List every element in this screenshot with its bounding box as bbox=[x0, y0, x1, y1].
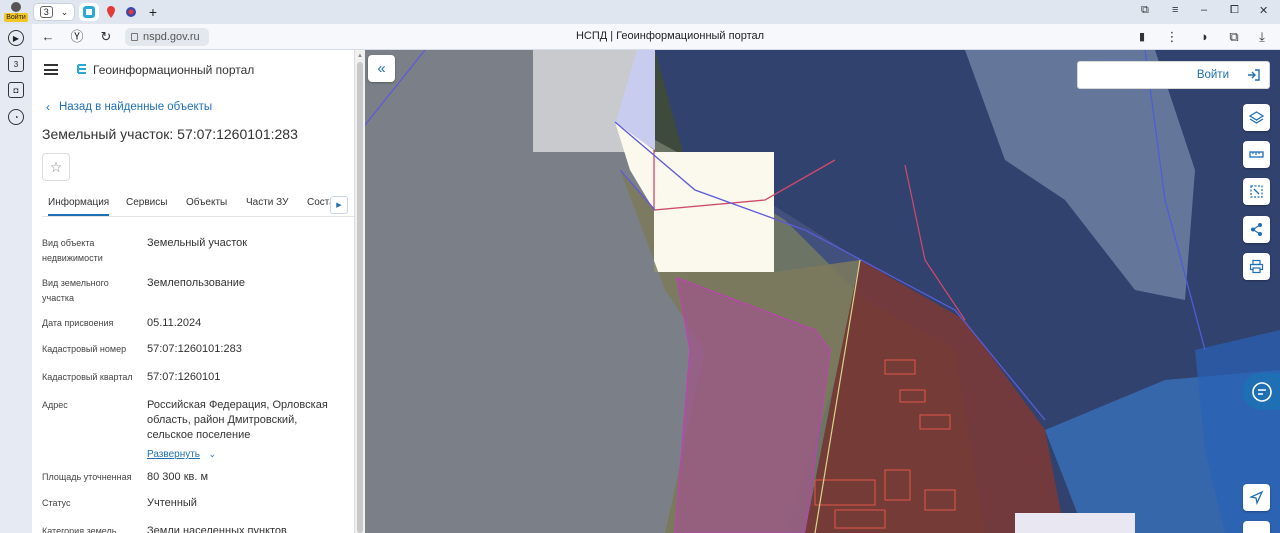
browser-sidebar: ▶ 3 ◘ ◔ bbox=[0, 24, 32, 533]
map-canvas[interactable] bbox=[365, 50, 1280, 533]
play-icon[interactable]: ▶ bbox=[8, 30, 24, 46]
share-icon bbox=[1251, 223, 1262, 236]
tabs-scroll-right-button[interactable]: ▶ bbox=[330, 196, 348, 214]
select-area-icon bbox=[1250, 185, 1263, 198]
close-icon[interactable]: ✕ bbox=[1259, 4, 1268, 17]
restore-icon[interactable]: ⧠ bbox=[1230, 4, 1239, 17]
star-icon: ☆ bbox=[49, 158, 63, 175]
flag-icon bbox=[126, 7, 136, 17]
plus-icon: + bbox=[148, 4, 158, 20]
ruler-icon bbox=[1249, 151, 1264, 158]
print-button[interactable] bbox=[1243, 253, 1270, 280]
chevron-down-icon: ⌄ bbox=[208, 449, 217, 459]
menu-icon[interactable]: ≡ bbox=[1172, 4, 1178, 16]
favorite-button[interactable]: ☆ bbox=[42, 153, 70, 181]
field-value: 05.11.2024 bbox=[147, 317, 202, 329]
login-icon bbox=[1248, 69, 1260, 81]
browser-tab-strip: Войти 3 ⌄ + ⧉ ≡ – ⧠ ✕ bbox=[0, 0, 1280, 24]
menu-icon[interactable] bbox=[44, 64, 58, 75]
minimize-icon[interactable]: – bbox=[1201, 4, 1207, 16]
new-tab-button[interactable]: + bbox=[146, 3, 160, 21]
chevrons-left-icon: « bbox=[377, 60, 386, 77]
object-title: Земельный участок: 57:07:1260101:283 bbox=[42, 126, 298, 142]
login-label: Войти bbox=[1196, 69, 1229, 81]
expand-address-link[interactable]: Развернуть ⌄ bbox=[147, 444, 216, 462]
tab-count-badge: 3 bbox=[39, 6, 53, 18]
bookmark-icon[interactable]: ▮ bbox=[1134, 29, 1150, 45]
sidebar-counter[interactable]: 3 bbox=[8, 56, 24, 72]
address-bar: ← Ⓨ ↻ nspd.gov.ru НСПД | Геоинформационн… bbox=[32, 24, 1280, 50]
portal-logo-icon bbox=[77, 64, 86, 74]
app-title: Геоинформационный портал bbox=[93, 63, 255, 77]
field-label: Вид земельного участка bbox=[42, 278, 109, 303]
assistant-button[interactable] bbox=[1243, 373, 1280, 410]
field-label: Дата присвоения bbox=[42, 318, 114, 328]
my-location-button[interactable] bbox=[1243, 484, 1270, 511]
object-info-panel: Геоинформационный портал ‹ Назад в найде… bbox=[32, 50, 354, 533]
field-label: Кадастровый номер bbox=[42, 344, 127, 354]
avatar bbox=[11, 2, 21, 12]
field-label: Вид объекта недвижимости bbox=[42, 238, 103, 263]
expand-label: Развернуть bbox=[147, 449, 201, 460]
page-title: НСПД | Геоинформационный портал bbox=[575, 30, 765, 42]
tab-objects[interactable]: Объекты bbox=[186, 197, 227, 208]
field-value: Земли населенных пунктов bbox=[147, 525, 287, 533]
field-value: 80 300 кв. м bbox=[147, 471, 209, 483]
map-layers bbox=[365, 50, 1280, 533]
back-to-results-link[interactable]: ‹ Назад в найденные объекты bbox=[46, 100, 212, 114]
measure-button[interactable] bbox=[1243, 141, 1270, 168]
printer-icon bbox=[1249, 259, 1264, 274]
field-value: 57:07:1260101 bbox=[147, 371, 221, 383]
share-button[interactable] bbox=[1243, 216, 1270, 243]
tab-group-counter[interactable]: 3 ⌄ bbox=[33, 3, 75, 21]
profile-label: Войти bbox=[4, 13, 28, 22]
bookmarks-icon[interactable]: ⧉ bbox=[1141, 4, 1149, 17]
field-value: Землепользование bbox=[147, 277, 246, 289]
chevron-left-icon: ‹ bbox=[46, 100, 50, 114]
field-value: 57:07:1260101:283 bbox=[147, 343, 242, 355]
history-icon[interactable]: ◔ bbox=[8, 109, 24, 125]
field-label: Адрес bbox=[42, 400, 68, 410]
field-value: Российская Федерация, Орловская область,… bbox=[147, 399, 328, 441]
field-label: Статус bbox=[42, 498, 71, 508]
download-icon[interactable]: ⤓ bbox=[1254, 29, 1270, 45]
scrollbar-thumb[interactable] bbox=[357, 62, 363, 533]
field-label: Площадь уточненная bbox=[42, 472, 132, 482]
nspd-favicon-icon bbox=[83, 6, 95, 18]
field-value: Учтенный bbox=[147, 497, 197, 509]
object-tabs: Информация Сервисы Объекты Части ЗУ Сост… bbox=[42, 191, 354, 217]
camera-icon[interactable]: ◘ bbox=[8, 82, 24, 98]
layers-button[interactable] bbox=[1243, 104, 1270, 131]
field-value: Земельный участок bbox=[147, 237, 248, 249]
chat-assistant-icon bbox=[1251, 381, 1272, 402]
tab-active[interactable] bbox=[79, 3, 99, 21]
select-area-button[interactable] bbox=[1243, 178, 1270, 205]
profile-button[interactable]: Войти bbox=[4, 2, 28, 22]
more-vertical-icon[interactable]: ⋮ bbox=[1164, 29, 1180, 45]
tab-parts[interactable]: Части ЗУ bbox=[246, 197, 288, 208]
collapse-panel-button[interactable]: « bbox=[368, 55, 395, 82]
field-label: Кадастровый квартал bbox=[42, 372, 133, 382]
extensions-icon[interactable]: ⧉ bbox=[1226, 29, 1242, 45]
panel-scrollbar[interactable]: ▲ bbox=[354, 50, 365, 533]
scroll-up-icon: ▲ bbox=[357, 53, 363, 59]
back-link-label: Назад в найденные объекты bbox=[59, 101, 213, 113]
chevron-down-icon: ⌄ bbox=[60, 6, 69, 17]
login-button[interactable]: Войти bbox=[1077, 61, 1270, 89]
layers-icon bbox=[1249, 111, 1264, 124]
field-label: Категория земель bbox=[42, 526, 117, 533]
tab-other[interactable] bbox=[124, 3, 138, 21]
tab-maps[interactable] bbox=[104, 3, 118, 21]
navigation-arrow-icon bbox=[1249, 490, 1264, 505]
tab-information[interactable]: Информация bbox=[48, 197, 110, 216]
map-tool-button[interactable] bbox=[1243, 521, 1270, 533]
shield-icon[interactable]: ◗ bbox=[1197, 29, 1213, 45]
tab-services[interactable]: Сервисы bbox=[126, 197, 167, 208]
map-pin-icon bbox=[107, 6, 115, 18]
